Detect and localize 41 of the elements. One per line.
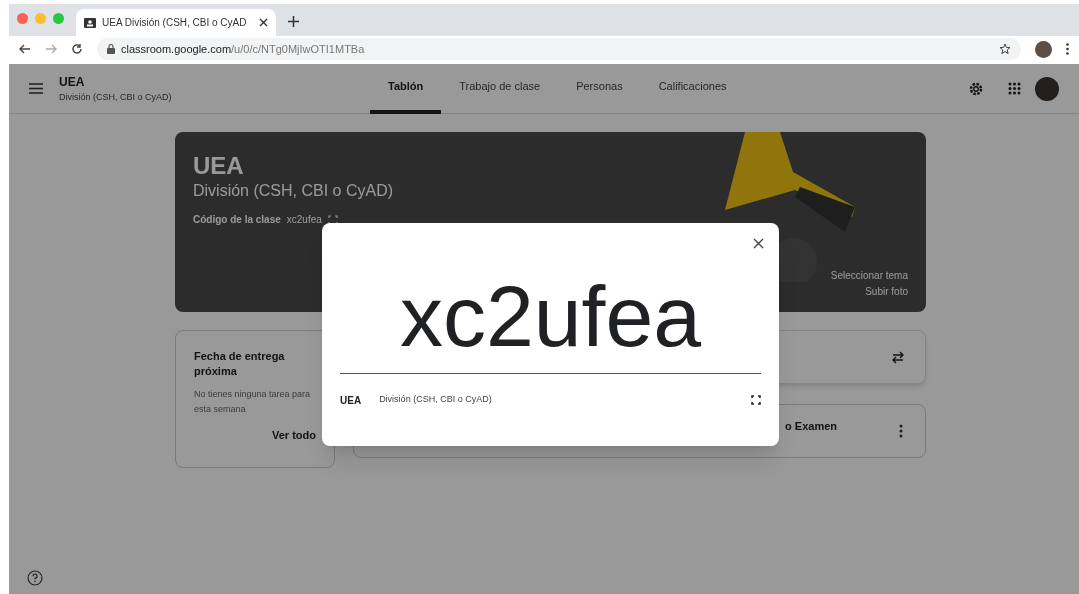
class-code: xc2ufea [286,213,322,227]
more-icon[interactable] [899,424,903,438]
banner-subtitle: División (CSH, CBI o CyAD) [193,181,395,201]
view-all-link[interactable]: Ver todo [272,427,316,444]
lock-icon [107,44,115,54]
tab-title: UEA División (CSH, CBI o CyAD [102,16,248,30]
close-icon[interactable] [259,18,268,27]
nav-tab[interactable]: Calificaciones [640,63,745,114]
apps-grid-icon[interactable] [1008,82,1021,95]
reload-icon[interactable] [71,43,83,55]
more-icon[interactable] [1066,43,1069,55]
upload-photo-link[interactable]: Subir foto [865,284,908,300]
star-icon[interactable] [999,43,1011,55]
empty-message: No tienes ninguna tarea para esta semana [194,388,312,416]
settings-icon[interactable] [968,80,984,97]
nav-tab[interactable]: Tablón [370,63,442,114]
class-title[interactable]: UEA [59,72,359,91]
plus-icon[interactable] [288,16,299,27]
help-icon[interactable] [27,570,43,586]
url-text: classroom.google.com/u/0/c/NTg0MjIwOTI1MTBa [121,41,366,57]
class-subtitle: División (CSH, CBI o CyAD) [59,90,173,104]
class-subtitle: División (CSH, CBI o CyAD) [379,393,493,407]
menu-icon[interactable] [29,83,43,94]
class-title: UEA [340,393,362,408]
banner-title: UEA [193,152,245,180]
swap-arrows-icon[interactable] [891,350,905,364]
class-code: xc2ufea [399,271,702,361]
address-bar[interactable]: classroom.google.com/u/0/c/NTg0MjIwOTI1MTBa [97,38,1021,60]
browser-tab[interactable]: UEA División (CSH, CBI o CyAD [76,9,276,36]
select-theme-link[interactable]: Seleccionar tema [830,268,908,284]
card-title: Fecha de entrega próxima [194,349,286,379]
avatar[interactable] [1035,40,1052,58]
nav-tab[interactable]: Trabajo de clase [441,63,559,114]
classroom-icon [84,16,96,29]
avatar[interactable] [1035,76,1059,101]
close-icon[interactable] [753,238,764,249]
post-title: o Examen [785,418,837,434]
back-arrow-icon[interactable] [19,43,31,55]
nav-tab[interactable]: Personas [558,63,641,114]
fullscreen-icon[interactable] [751,395,761,405]
code-label: Código de la clase [193,213,281,227]
